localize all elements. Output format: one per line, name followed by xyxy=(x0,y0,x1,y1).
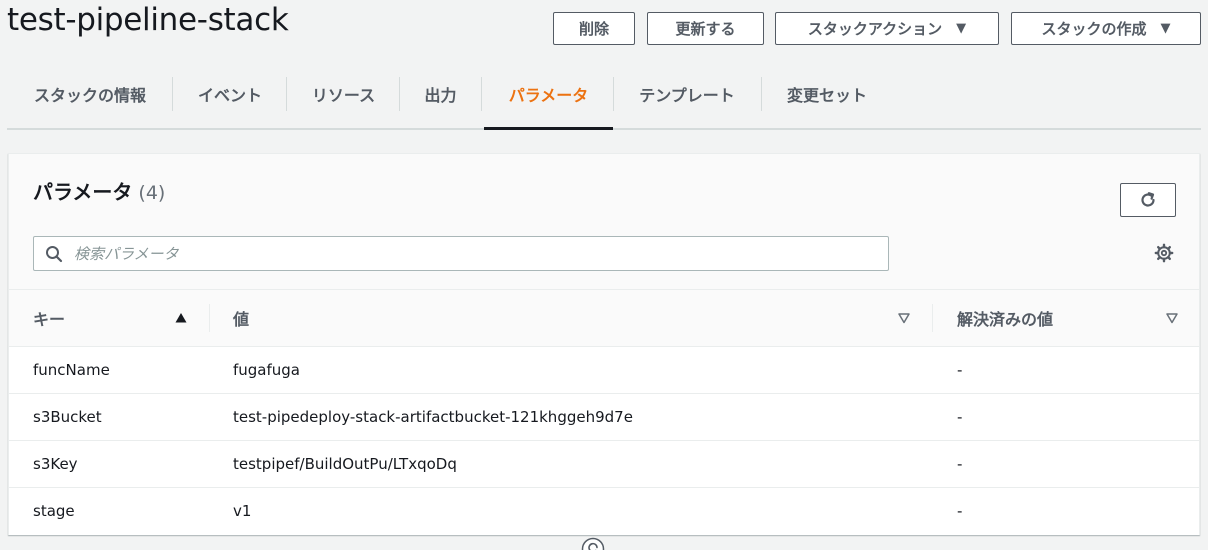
column-divider xyxy=(209,304,210,332)
refresh-icon[interactable] xyxy=(581,537,605,550)
sort-descending-icon[interactable] xyxy=(1166,312,1178,324)
sort-ascending-icon[interactable] xyxy=(175,312,187,324)
caret-down-icon: ▼ xyxy=(956,21,967,36)
tab-bar: スタックの情報 イベント リソース 出力 パラメータ テンプレート 変更セット xyxy=(7,60,1201,130)
sort-descending-icon[interactable] xyxy=(898,312,910,324)
cell-key: s3Bucket xyxy=(33,408,102,426)
cell-value: v1 xyxy=(233,502,252,520)
table-row: s3Bucket test-pipedeploy-stack-artifactb… xyxy=(9,394,1199,441)
cell-value: fugafuga xyxy=(233,361,301,379)
update-button-label: 更新する xyxy=(675,20,736,38)
cell-resolved: - xyxy=(957,361,963,379)
parameters-panel: パラメータ (4) 検索パラメータ キー 値 解決済みの値 funcName f… xyxy=(8,153,1200,535)
cell-key: s3Key xyxy=(33,455,78,473)
tab-divider xyxy=(481,77,482,111)
refresh-button[interactable] xyxy=(1120,183,1176,217)
cell-key: stage xyxy=(33,502,75,520)
update-button[interactable]: 更新する xyxy=(647,12,764,45)
search-input[interactable] xyxy=(72,243,856,264)
stack-actions-button[interactable]: スタックアクション ▼ xyxy=(775,12,999,45)
cell-resolved: - xyxy=(957,408,963,426)
tab-template[interactable]: テンプレート xyxy=(613,60,761,128)
table-row: funcName fugafuga - xyxy=(9,347,1199,394)
cell-value: testpipef/BuildOutPu/LTxqoDq xyxy=(233,455,457,473)
page-title: test-pipeline-stack xyxy=(7,2,289,38)
parameter-count: (4) xyxy=(138,182,166,204)
column-divider xyxy=(932,304,933,332)
cell-key: funcName xyxy=(33,361,110,379)
table-row: s3Key testpipef/BuildOutPu/LTxqoDq - xyxy=(9,441,1199,488)
cell-resolved: - xyxy=(957,455,963,473)
settings-gear-icon[interactable] xyxy=(1154,243,1174,263)
column-header-value[interactable]: 値 xyxy=(233,290,249,346)
tab-resources[interactable]: リソース xyxy=(287,60,400,128)
delete-button-label: 削除 xyxy=(578,20,609,38)
tab-stack-info[interactable]: スタックの情報 xyxy=(7,60,173,128)
column-header-key[interactable]: キー xyxy=(33,290,65,346)
tab-events[interactable]: イベント xyxy=(173,60,287,128)
panel-title: パラメータ (4) xyxy=(33,176,165,205)
tab-parameters[interactable]: パラメータ xyxy=(484,60,613,130)
delete-button[interactable]: 削除 xyxy=(553,12,635,45)
cell-resolved: - xyxy=(957,502,963,520)
table-header: キー 値 解決済みの値 xyxy=(9,290,1199,347)
search-box xyxy=(33,236,889,271)
search-icon xyxy=(46,245,63,262)
panel-title-text: パラメータ xyxy=(33,180,133,204)
cell-value: test-pipedeploy-stack-artifactbucket-121… xyxy=(233,408,633,426)
caret-down-icon: ▼ xyxy=(1160,21,1171,36)
create-stack-label: スタックの作成 xyxy=(1041,20,1147,38)
stack-actions-label: スタックアクション xyxy=(807,20,943,38)
create-stack-button[interactable]: スタックの作成 ▼ xyxy=(1011,12,1201,45)
page-header: test-pipeline-stack 削除 更新する スタックアクション ▼ … xyxy=(0,0,1208,60)
table-row: stage v1 - xyxy=(9,488,1199,535)
column-header-resolved[interactable]: 解決済みの値 xyxy=(957,290,1053,346)
panel-header: パラメータ (4) xyxy=(9,154,1199,290)
tab-outputs[interactable]: 出力 xyxy=(400,60,481,128)
tab-change-sets[interactable]: 変更セット xyxy=(761,60,893,128)
refresh-icon xyxy=(1141,192,1155,207)
